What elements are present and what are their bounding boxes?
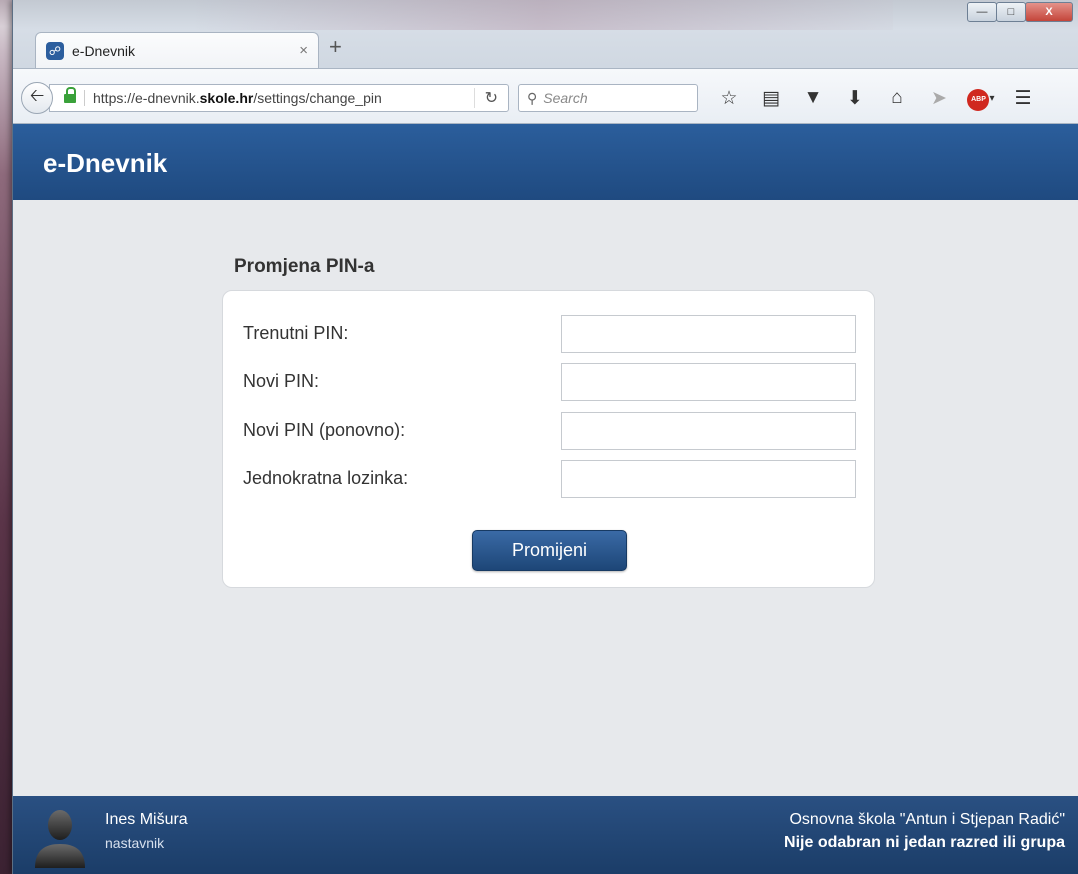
change-pin-button[interactable]: Promijeni [472,530,627,571]
close-tab-icon[interactable]: × [299,42,308,59]
close-window-button[interactable]: X [1025,2,1073,22]
new-pin-repeat-input[interactable] [561,412,856,450]
app-title[interactable]: e-Dnevnik [43,148,167,179]
url-bar[interactable]: https://e-dnevnik.skole.hr/settings/chan… [49,84,509,112]
school-name[interactable]: Osnovna škola "Antun i Stjepan Radić" [789,811,1065,829]
lock-icon [64,87,76,104]
search-input[interactable]: ⚲ Search [518,84,698,112]
one-time-password-label: Jednokratna lozinka: [243,468,409,488]
home-icon[interactable]: ⌂ [876,87,918,109]
page-title: Promjena PIN-a [234,256,375,277]
one-time-password-input[interactable] [561,460,856,498]
share-icon[interactable]: ➤ [918,87,960,110]
footer-bar: Ines Mišura nastavnik Osnovna škola "Ant… [13,796,1078,874]
browser-tab[interactable]: ☍ e-Dnevnik × [35,32,319,68]
current-pin-input[interactable] [561,315,856,353]
new-pin-repeat-row: Novi PIN (ponovno): [243,412,856,450]
favicon-icon: ☍ [46,41,64,60]
one-time-password-row: Jednokratna lozinka: [243,460,856,498]
app-header: e-Dnevnik [13,124,1078,200]
new-pin-label: Novi PIN: [243,371,320,391]
user-name: Ines Mišura [105,811,188,828]
current-pin-label: Trenutni PIN: [243,323,349,343]
reload-icon[interactable]: ↻ [473,88,498,108]
reading-list-icon[interactable]: ▤ [750,87,792,110]
new-pin-repeat-label: Novi PIN (ponovno): [243,420,406,440]
toolbar-icons: ☆ ▤ ▼ ⬇ ⌂ ➤ ABP ▾ ☰ [708,85,1044,111]
minimize-button[interactable]: — [967,2,997,22]
search-icon: ⚲ [527,89,538,106]
class-selection-status[interactable]: Nije odabran ni jedan razred ili grupa [784,834,1065,852]
main-content: Promjena PIN-a Trenutni PIN: Novi PIN: N… [13,200,1078,796]
adblock-icon[interactable]: ABP ▾ [960,85,1002,111]
change-pin-form: Trenutni PIN: Novi PIN: Novi PIN (ponovn… [222,290,875,588]
download-icon[interactable]: ⬇ [834,87,876,110]
navigation-bar: https://e-dnevnik.skole.hr/settings/chan… [13,68,1078,124]
avatar-icon [35,810,85,868]
menu-icon[interactable]: ☰ [1002,87,1044,110]
bookmark-star-icon[interactable]: ☆ [708,87,750,110]
pocket-icon[interactable]: ▼ [792,87,834,109]
tab-title: e-Dnevnik [72,42,136,59]
back-arrow-icon: 🡠 [29,85,45,105]
new-pin-row: Novi PIN: [243,363,856,401]
back-button[interactable]: 🡠 [21,82,53,114]
maximize-button[interactable]: □ [996,2,1026,22]
tab-bar: ☍ e-Dnevnik × + — □ X [13,0,1078,74]
current-pin-row: Trenutni PIN: [243,315,856,353]
user-role: nastavnik [105,835,165,851]
new-tab-button[interactable]: + [329,34,342,60]
window-controls: — □ X [967,2,1073,22]
url-text[interactable]: https://e-dnevnik.skole.hr/settings/chan… [84,90,382,106]
search-placeholder: Search [543,90,588,106]
browser-window: ☍ e-Dnevnik × + — □ X https://e-dnevnik.… [12,0,1078,874]
new-pin-input[interactable] [561,363,856,401]
